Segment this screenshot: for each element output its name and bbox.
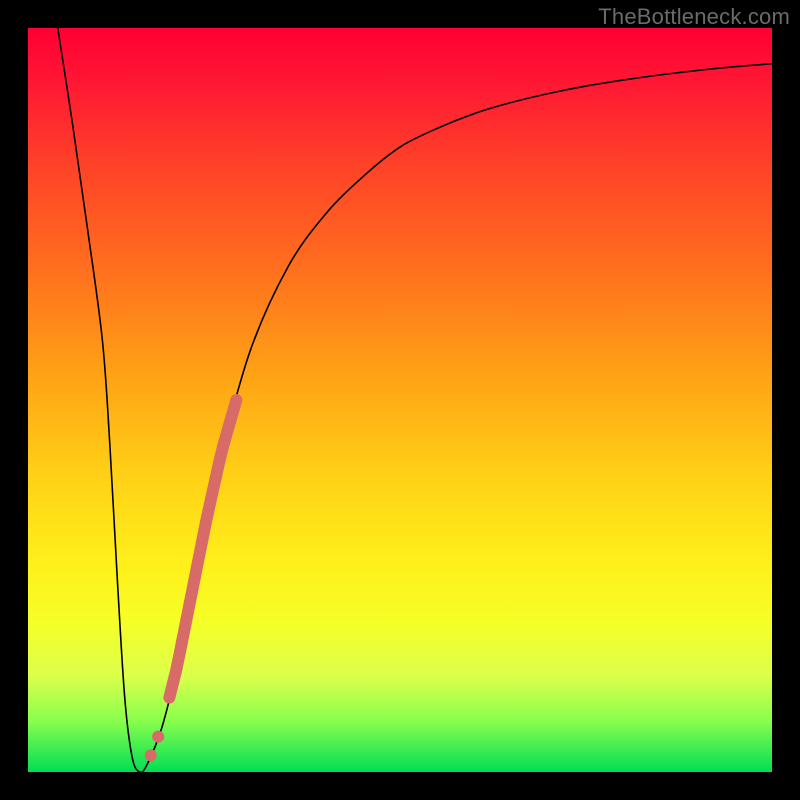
chart-frame: TheBottleneck.com	[0, 0, 800, 800]
highlight-dot	[152, 731, 164, 743]
attribution-watermark: TheBottleneck.com	[598, 4, 790, 30]
plot-area	[28, 28, 772, 772]
highlight-dots	[145, 731, 164, 762]
bottleneck-curve	[58, 28, 772, 772]
highlight-segment	[169, 400, 236, 698]
highlight-dot	[145, 749, 157, 761]
bottleneck-curve-svg	[28, 28, 772, 772]
